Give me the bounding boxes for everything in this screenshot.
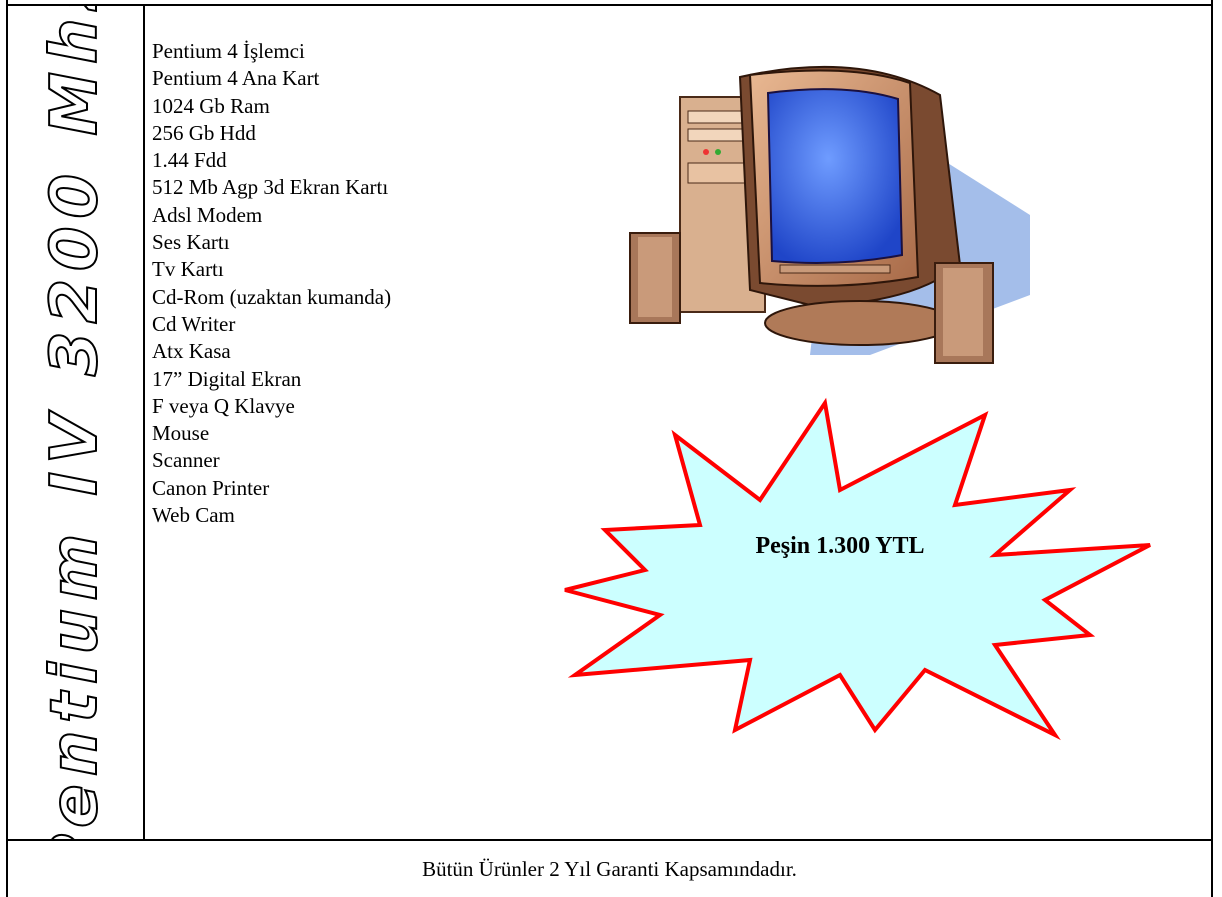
list-item: Scanner [152, 448, 220, 473]
list-item: Web Cam [152, 503, 235, 528]
list-item: Cd Writer [152, 311, 236, 336]
footer-warranty: Bütün Ürünler 2 Yıl Garanti Kapsamındadı… [422, 857, 797, 881]
list-item: 1.44 Fdd [152, 148, 227, 173]
price-label: Peşin 1.300 YTL [755, 533, 925, 559]
list-item: Pentium 4 İşlemci [152, 39, 305, 63]
list-item: F veya Q Klavye [152, 393, 295, 418]
list-item: Atx Kasa [152, 339, 231, 364]
computer-clipart [629, 65, 1030, 364]
list-item: Cd-Rom (uzaktan kumanda) [152, 284, 392, 309]
column-divider [143, 6, 145, 840]
list-item: Mouse [152, 421, 210, 446]
monitor-stand [764, 300, 956, 346]
price-starburst [564, 397, 1151, 741]
list-item: Ses Kartı [152, 230, 230, 255]
list-item: 1024 Gb Ram [152, 93, 270, 118]
spec-list: Pentium 4 İşlemci Pentium 4 Ana Kart 102… [152, 38, 391, 529]
list-item: 256 Gb Hdd [152, 120, 256, 145]
list-item: Pentium 4 Ana Kart [152, 66, 320, 91]
list-item: 512 Mb Agp 3d Ekran Kartı [152, 175, 389, 200]
starburst-shape [564, 397, 1151, 741]
top-border [6, 0, 1213, 6]
list-item: Canon Printer [152, 475, 270, 500]
vertical-title: Pentium IV 3200 Mhz [37, 6, 113, 839]
list-item: Adsl Modem [152, 202, 263, 227]
monitor-screen [766, 88, 904, 264]
title-cell: Pentium IV 3200 Mhz [6, 6, 143, 839]
list-item: 17” Digital Ekran [152, 366, 302, 391]
list-item: Tv Kartı [152, 257, 224, 282]
